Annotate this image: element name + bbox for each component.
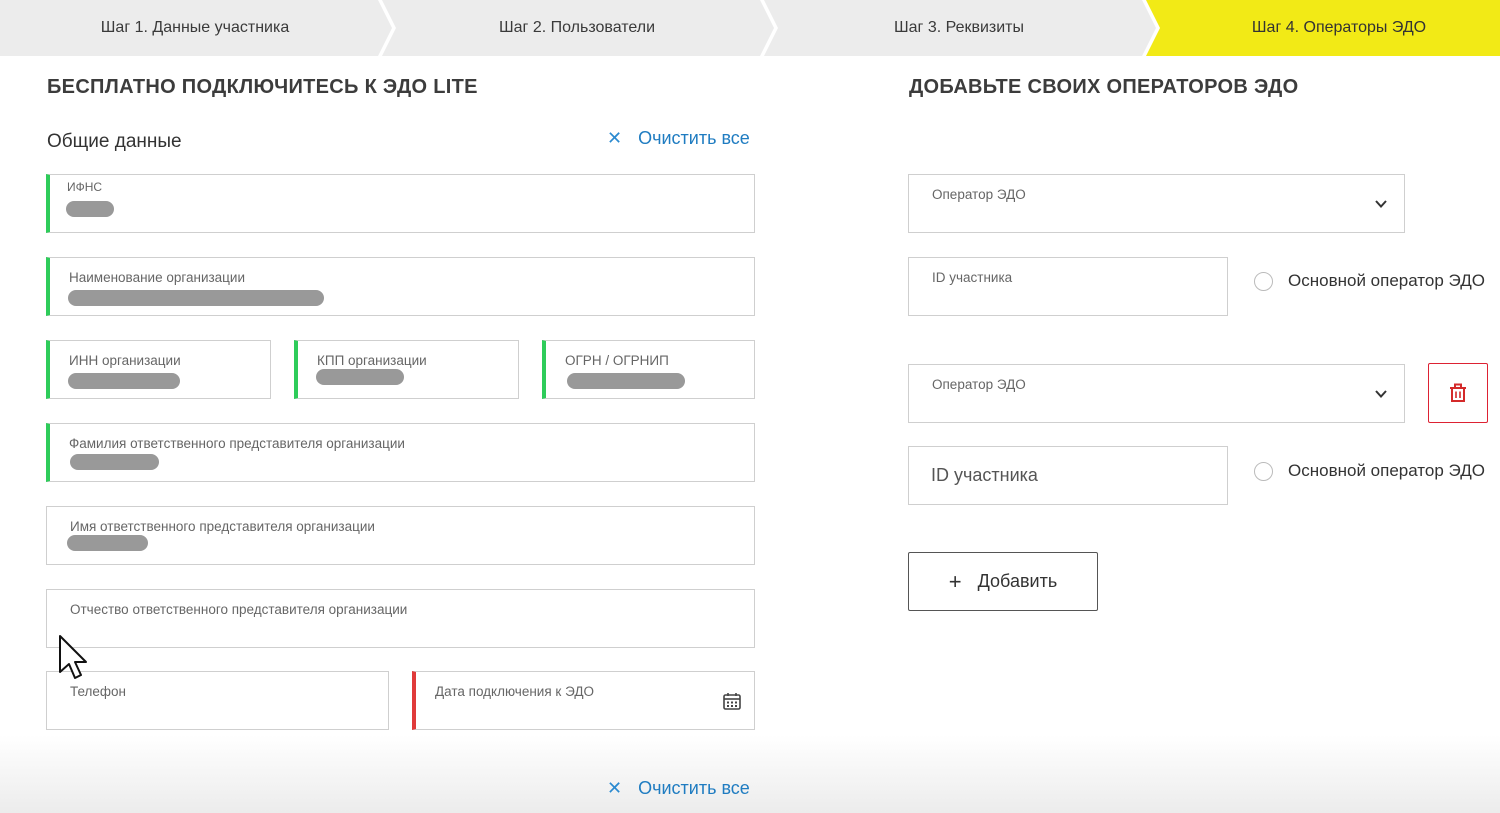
participant-id-field-2[interactable]: ID участника bbox=[908, 446, 1228, 505]
operator-select-1[interactable]: Оператор ЭДО bbox=[908, 174, 1405, 233]
connect-date-field[interactable]: Дата подключения к ЭДО bbox=[412, 671, 755, 730]
add-operator-button[interactable]: + Добавить bbox=[908, 552, 1098, 611]
main-operator-label: Основной оператор ЭДО bbox=[1288, 461, 1485, 480]
redacted-value bbox=[68, 373, 180, 389]
last-name-field[interactable]: Фамилия ответственного представителя орг… bbox=[46, 423, 755, 482]
ogrn-label: ОГРН / ОГРНИП bbox=[565, 353, 669, 368]
org-name-field[interactable]: Наименование организации bbox=[46, 257, 755, 316]
redacted-value bbox=[67, 535, 148, 551]
redacted-value bbox=[316, 369, 404, 385]
step-1[interactable]: Шаг 1. Данные участника bbox=[0, 0, 390, 56]
delete-operator-button[interactable] bbox=[1428, 363, 1488, 423]
chevron-down-icon bbox=[1375, 390, 1387, 398]
participant-id-label: ID участника bbox=[932, 270, 1013, 285]
connect-date-label: Дата подключения к ЭДО bbox=[435, 684, 594, 699]
operator-label: Оператор ЭДО bbox=[932, 377, 1026, 392]
inn-label: ИНН организации bbox=[69, 353, 181, 368]
redacted-value bbox=[68, 290, 324, 306]
main-operator-label: Основной оператор ЭДО bbox=[1288, 271, 1485, 290]
steps-bar: Шаг 1. Данные участника Шаг 2. Пользоват… bbox=[0, 0, 1500, 56]
phone-field[interactable]: Телефон bbox=[46, 671, 389, 730]
operator-select-2[interactable]: Оператор ЭДО bbox=[908, 364, 1405, 423]
chevron-down-icon bbox=[1375, 200, 1387, 208]
clear-all-label: Очистить все bbox=[638, 128, 750, 148]
ifns-label: ИФНС bbox=[67, 180, 103, 194]
plus-icon: + bbox=[948, 568, 962, 594]
right-heading: ДОБАВЬТЕ СВОИХ ОПЕРАТОРОВ ЭДО bbox=[909, 76, 1299, 98]
kpp-field[interactable]: КПП организации bbox=[294, 340, 519, 399]
clear-all-link[interactable]: ✕ Очистить все bbox=[607, 128, 750, 149]
ifns-field[interactable]: ИФНС bbox=[46, 174, 755, 233]
main-operator-radio-2[interactable]: Основной оператор ЭДО bbox=[1254, 461, 1485, 481]
step-2[interactable]: Шаг 2. Пользователи bbox=[390, 0, 764, 56]
kpp-label: КПП организации bbox=[317, 353, 427, 368]
phone-label: Телефон bbox=[70, 684, 127, 699]
participant-id-field-1[interactable]: ID участника bbox=[908, 257, 1228, 316]
clear-all-label: Очистить все bbox=[638, 778, 750, 798]
patronymic-field[interactable]: Отчество ответственного представителя ор… bbox=[46, 589, 755, 648]
redacted-value bbox=[70, 454, 159, 470]
step-3[interactable]: Шаг 3. Реквизиты bbox=[772, 0, 1146, 56]
participant-id-placeholder: ID участника bbox=[931, 465, 1038, 485]
calendar-icon[interactable] bbox=[722, 691, 742, 711]
first-name-label: Имя ответственного представителя организ… bbox=[70, 519, 375, 534]
first-name-field[interactable]: Имя ответственного представителя организ… bbox=[46, 506, 755, 565]
close-icon: ✕ bbox=[607, 778, 623, 798]
main-operator-radio-1[interactable]: Основной оператор ЭДО bbox=[1254, 271, 1485, 291]
ogrn-field[interactable]: ОГРН / ОГРНИП bbox=[542, 340, 755, 399]
clear-all-link-bottom[interactable]: ✕ Очистить все bbox=[607, 778, 750, 799]
radio-circle[interactable] bbox=[1254, 461, 1273, 481]
radio-circle[interactable] bbox=[1254, 271, 1273, 291]
section-title: Общие данные bbox=[47, 131, 182, 152]
redacted-value bbox=[66, 201, 114, 217]
last-name-label: Фамилия ответственного представителя орг… bbox=[69, 436, 405, 451]
add-button-label: Добавить bbox=[977, 571, 1058, 591]
org-name-label: Наименование организации bbox=[69, 270, 245, 285]
inn-field[interactable]: ИНН организации bbox=[46, 340, 271, 399]
operator-label: Оператор ЭДО bbox=[932, 187, 1026, 202]
left-heading: БЕСПЛАТНО ПОДКЛЮЧИТЕСЬ К ЭДО LITE bbox=[47, 76, 478, 98]
step-4[interactable]: Шаг 4. Операторы ЭДО bbox=[1154, 0, 1500, 56]
mouse-cursor-icon bbox=[59, 635, 87, 679]
redacted-value bbox=[567, 373, 685, 389]
patronymic-label: Отчество ответственного представителя ор… bbox=[70, 602, 408, 617]
footer-area bbox=[0, 735, 1500, 813]
close-icon: ✕ bbox=[607, 128, 623, 148]
trash-icon bbox=[1450, 383, 1466, 402]
